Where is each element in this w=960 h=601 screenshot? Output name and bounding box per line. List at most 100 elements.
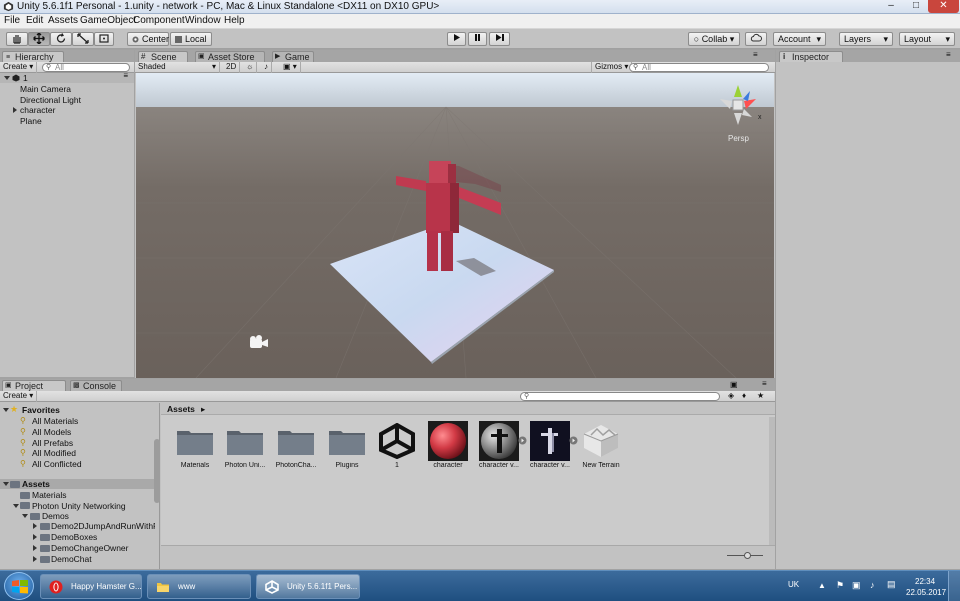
tab-console[interactable]: ▩ Console: [70, 380, 122, 391]
scene-viewport[interactable]: x Persp: [136, 73, 774, 378]
hierarchy-search-input[interactable]: ⚲ All: [42, 63, 130, 72]
menu-help[interactable]: Help: [224, 15, 245, 26]
favorite-all-prefabs[interactable]: All Prefabs: [32, 438, 73, 448]
volume-icon[interactable]: ♪: [870, 580, 875, 590]
pivot-local-toggle[interactable]: Local: [170, 32, 212, 46]
asset-grid-scrollbar[interactable]: [769, 417, 775, 551]
taskbar-item-opera[interactable]: Happy Hamster G...: [40, 574, 142, 599]
start-button[interactable]: [4, 572, 34, 600]
expand-arrow-icon[interactable]: [13, 504, 19, 508]
tab-game[interactable]: ▶ Game: [272, 51, 314, 62]
layout-dropdown[interactable]: Layout ▾: [899, 32, 955, 46]
favorite-all-conflicted[interactable]: All Conflicted: [32, 459, 82, 469]
favorite-all-modified[interactable]: All Modified: [32, 448, 76, 458]
lighting-toggle[interactable]: ☼: [243, 62, 258, 73]
menu-window[interactable]: Window: [185, 15, 221, 26]
clock-date[interactable]: 22.05.2017: [906, 588, 946, 597]
tree-item-demo-change-owner[interactable]: DemoChangeOwner: [51, 543, 128, 553]
tab-project[interactable]: ▣ Project: [2, 380, 66, 391]
expand-arrow-icon[interactable]: [13, 107, 17, 113]
scene-search-input[interactable]: ⚲ All: [629, 63, 769, 72]
zoom-slider-thumb[interactable]: [744, 552, 751, 559]
scene-menu-icon[interactable]: ≡: [123, 71, 128, 80]
tray-flag-icon[interactable]: ⚑: [836, 580, 844, 591]
language-indicator[interactable]: UK: [788, 580, 799, 589]
panel-menu-icon[interactable]: ≡: [762, 379, 767, 388]
scene-row[interactable]: 1 ≡: [0, 71, 134, 83]
project-create-dropdown[interactable]: Create ▾: [0, 391, 38, 402]
tab-hierarchy[interactable]: ≡ Hierarchy: [2, 51, 64, 62]
lock-icon[interactable]: ▣: [730, 380, 738, 389]
clock-time[interactable]: 22:34: [915, 577, 935, 586]
move-tool-button[interactable]: [28, 32, 50, 46]
menu-gameobject[interactable]: GameObject: [80, 15, 136, 26]
expand-arrow-icon[interactable]: [3, 482, 9, 486]
rect-tool-button[interactable]: [94, 32, 114, 46]
tab-asset-store[interactable]: ▣ Asset Store: [195, 51, 265, 62]
minimize-button[interactable]: –: [878, 0, 904, 13]
taskbar-item-unity[interactable]: Unity 5.6.1f1 Pers...: [256, 574, 360, 599]
gizmos-dropdown[interactable]: Gizmos ▾: [591, 62, 633, 73]
account-dropdown[interactable]: Account ▾: [773, 32, 826, 46]
hand-tool-button[interactable]: [6, 32, 28, 46]
tray-expand-icon[interactable]: ▲: [818, 581, 826, 590]
expand-arrow-icon[interactable]: [33, 534, 37, 540]
step-button[interactable]: [489, 32, 510, 46]
favorite-all-materials[interactable]: All Materials: [32, 416, 78, 426]
pause-button[interactable]: [468, 32, 487, 46]
menu-component[interactable]: Component: [133, 15, 185, 26]
taskbar-item-folder[interactable]: www: [147, 574, 251, 599]
star-icon[interactable]: ★: [757, 391, 764, 400]
close-button[interactable]: ✕: [928, 0, 959, 13]
expand-arrow-icon[interactable]: [569, 436, 578, 445]
filter-type-icon[interactable]: ◈: [728, 391, 734, 400]
scale-tool-button[interactable]: [72, 32, 94, 46]
menu-file[interactable]: File: [4, 15, 20, 26]
hierarchy-item-plane[interactable]: Plane: [20, 116, 42, 126]
pivot-center-toggle[interactable]: Center: [127, 32, 169, 46]
expand-arrow-icon[interactable]: [33, 545, 37, 551]
maximize-button[interactable]: □: [904, 0, 928, 13]
2d-toggle[interactable]: 2D: [223, 62, 241, 73]
tree-item-demo-chat[interactable]: DemoChat: [51, 554, 92, 562]
project-search-input[interactable]: ⚲: [520, 392, 720, 401]
panel-menu-icon[interactable]: ≡: [946, 50, 951, 59]
panel-menu-icon[interactable]: ≡: [753, 50, 758, 59]
tree-item-photon-unity-networking[interactable]: Photon Unity Networking: [32, 501, 126, 511]
rotate-tool-button[interactable]: [50, 32, 72, 46]
play-button[interactable]: [447, 32, 466, 46]
hierarchy-item-character[interactable]: character: [20, 105, 55, 115]
shading-mode-dropdown[interactable]: Shaded ▾: [135, 62, 220, 73]
show-desktop-button[interactable]: [948, 571, 960, 601]
assets-root-row[interactable]: Assets: [0, 479, 154, 489]
cloud-button[interactable]: [745, 32, 767, 46]
tray-monitor-icon[interactable]: ▣: [852, 580, 861, 591]
network-icon[interactable]: ▤: [887, 579, 896, 590]
layers-dropdown[interactable]: Layers ▾: [839, 32, 893, 46]
expand-arrow-icon[interactable]: [3, 408, 9, 412]
expand-arrow-icon[interactable]: [33, 523, 37, 529]
tree-item-demos[interactable]: Demos: [42, 511, 69, 521]
menu-edit[interactable]: Edit: [26, 15, 43, 26]
filter-label-icon[interactable]: ♦: [742, 391, 746, 400]
favorite-all-models[interactable]: All Models: [32, 427, 71, 437]
persp-label[interactable]: Persp: [728, 134, 749, 143]
menu-assets[interactable]: Assets: [48, 15, 78, 26]
hierarchy-item-directional-light[interactable]: Directional Light: [20, 95, 81, 105]
collab-dropdown[interactable]: ○ Collab ▾: [688, 32, 740, 46]
breadcrumb-assets[interactable]: Assets: [167, 404, 195, 414]
tree-item-materials[interactable]: Materials: [32, 490, 66, 500]
effects-dropdown[interactable]: ▣ ▾: [280, 62, 301, 73]
tab-scene[interactable]: # Scene: [138, 51, 188, 62]
tree-scrollbar[interactable]: [154, 439, 160, 503]
expand-arrow-icon[interactable]: [22, 514, 28, 518]
audio-toggle[interactable]: ♪: [261, 62, 272, 73]
tree-item-demo-boxes[interactable]: DemoBoxes: [51, 532, 97, 542]
favorites-title[interactable]: Favorites: [22, 405, 60, 415]
expand-arrow-icon[interactable]: [518, 436, 527, 445]
hierarchy-item-main-camera[interactable]: Main Camera: [20, 84, 71, 94]
tree-item-demo-2d-jump[interactable]: Demo2DJumpAndRunWithF: [51, 521, 155, 531]
tab-inspector[interactable]: i Inspector: [779, 51, 843, 62]
expand-arrow-icon[interactable]: [33, 556, 37, 562]
hierarchy-create-dropdown[interactable]: Create ▾: [0, 62, 38, 73]
